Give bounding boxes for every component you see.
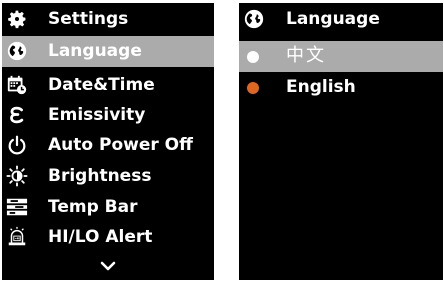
settings-panel: Settings Language Date&Time Emissivity A…	[2, 3, 214, 280]
menu-item-label: Temp Bar	[48, 197, 138, 217]
menu-item-label: Date&Time	[48, 75, 155, 95]
language-option-label: 中文	[286, 45, 326, 66]
globe-icon	[244, 9, 264, 29]
temp-bar-icon	[6, 198, 28, 216]
power-icon	[8, 135, 26, 155]
brightness-icon	[6, 165, 28, 187]
menu-item-label: HI/LO Alert	[48, 227, 153, 247]
menu-item-language[interactable]: Language	[2, 36, 214, 67]
chevron-down-icon	[100, 261, 116, 271]
settings-header: Settings	[2, 3, 214, 36]
language-option-english[interactable]: English	[239, 72, 443, 103]
menu-item-label: Brightness	[48, 166, 152, 186]
language-header: Language	[239, 3, 443, 36]
menu-item-date-time[interactable]: Date&Time	[2, 70, 214, 101]
selection-marker	[247, 82, 259, 94]
calendar-clock-icon	[7, 75, 27, 95]
settings-title: Settings	[48, 9, 129, 29]
gear-icon	[8, 10, 26, 29]
menu-item-brightness[interactable]: Brightness	[2, 161, 214, 192]
menu-item-temp-bar[interactable]: Temp Bar	[2, 192, 214, 223]
language-option-label: English	[286, 77, 356, 97]
menu-item-auto-power-off[interactable]: Auto Power Off	[2, 130, 214, 161]
scroll-down-indicator[interactable]	[2, 257, 214, 275]
language-option-chinese[interactable]: 中文	[239, 41, 443, 72]
alert-bell-icon	[8, 226, 26, 246]
menu-item-hi-lo-alert[interactable]: HI/LO Alert	[2, 222, 214, 253]
menu-item-emissivity[interactable]: Emissivity	[2, 100, 214, 131]
globe-icon	[7, 41, 27, 61]
selection-marker	[247, 51, 259, 63]
language-panel: Language 中文 English	[239, 3, 443, 280]
menu-item-label: Language	[48, 41, 142, 61]
language-title: Language	[286, 9, 380, 29]
menu-item-label: Auto Power Off	[48, 135, 193, 155]
epsilon-icon	[10, 106, 24, 124]
menu-item-label: Emissivity	[48, 105, 146, 125]
